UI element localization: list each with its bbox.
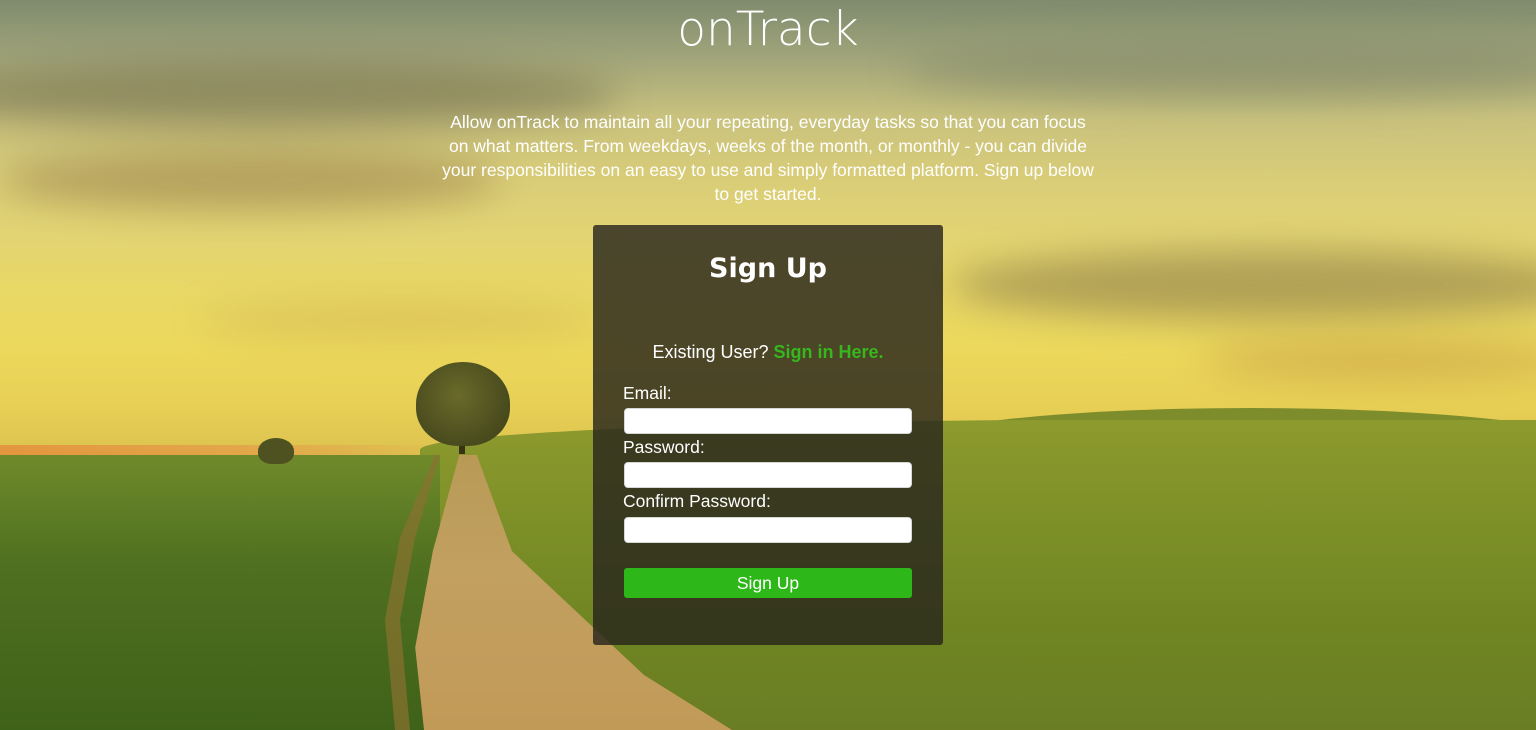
- sign-up-button[interactable]: Sign Up: [624, 568, 912, 598]
- existing-user-prompt: Existing User?: [652, 342, 769, 362]
- tree: [416, 362, 510, 446]
- cloud: [200, 300, 600, 340]
- email-field[interactable]: [624, 408, 912, 434]
- sign-in-link[interactable]: Sign in Here.: [774, 342, 884, 362]
- password-label: Password:: [623, 437, 705, 457]
- bush: [258, 438, 294, 464]
- intro-paragraph: Allow onTrack to maintain all your repea…: [442, 112, 1094, 204]
- brand-title: onTrack: [677, 2, 859, 57]
- cloud: [950, 250, 1536, 320]
- existing-user-line: Existing User? Sign in Here.: [593, 342, 943, 363]
- field-left: [0, 455, 440, 730]
- cloud: [0, 150, 500, 210]
- signup-heading: Sign Up: [709, 253, 827, 284]
- signup-panel: Sign Up Existing User? Sign in Here. Ema…: [593, 225, 943, 645]
- password-field[interactable]: [624, 462, 912, 488]
- email-label: Email:: [623, 383, 672, 403]
- confirm-password-field[interactable]: [624, 517, 912, 543]
- confirm-password-label: Confirm Password:: [623, 491, 771, 511]
- cloud: [1200, 340, 1536, 380]
